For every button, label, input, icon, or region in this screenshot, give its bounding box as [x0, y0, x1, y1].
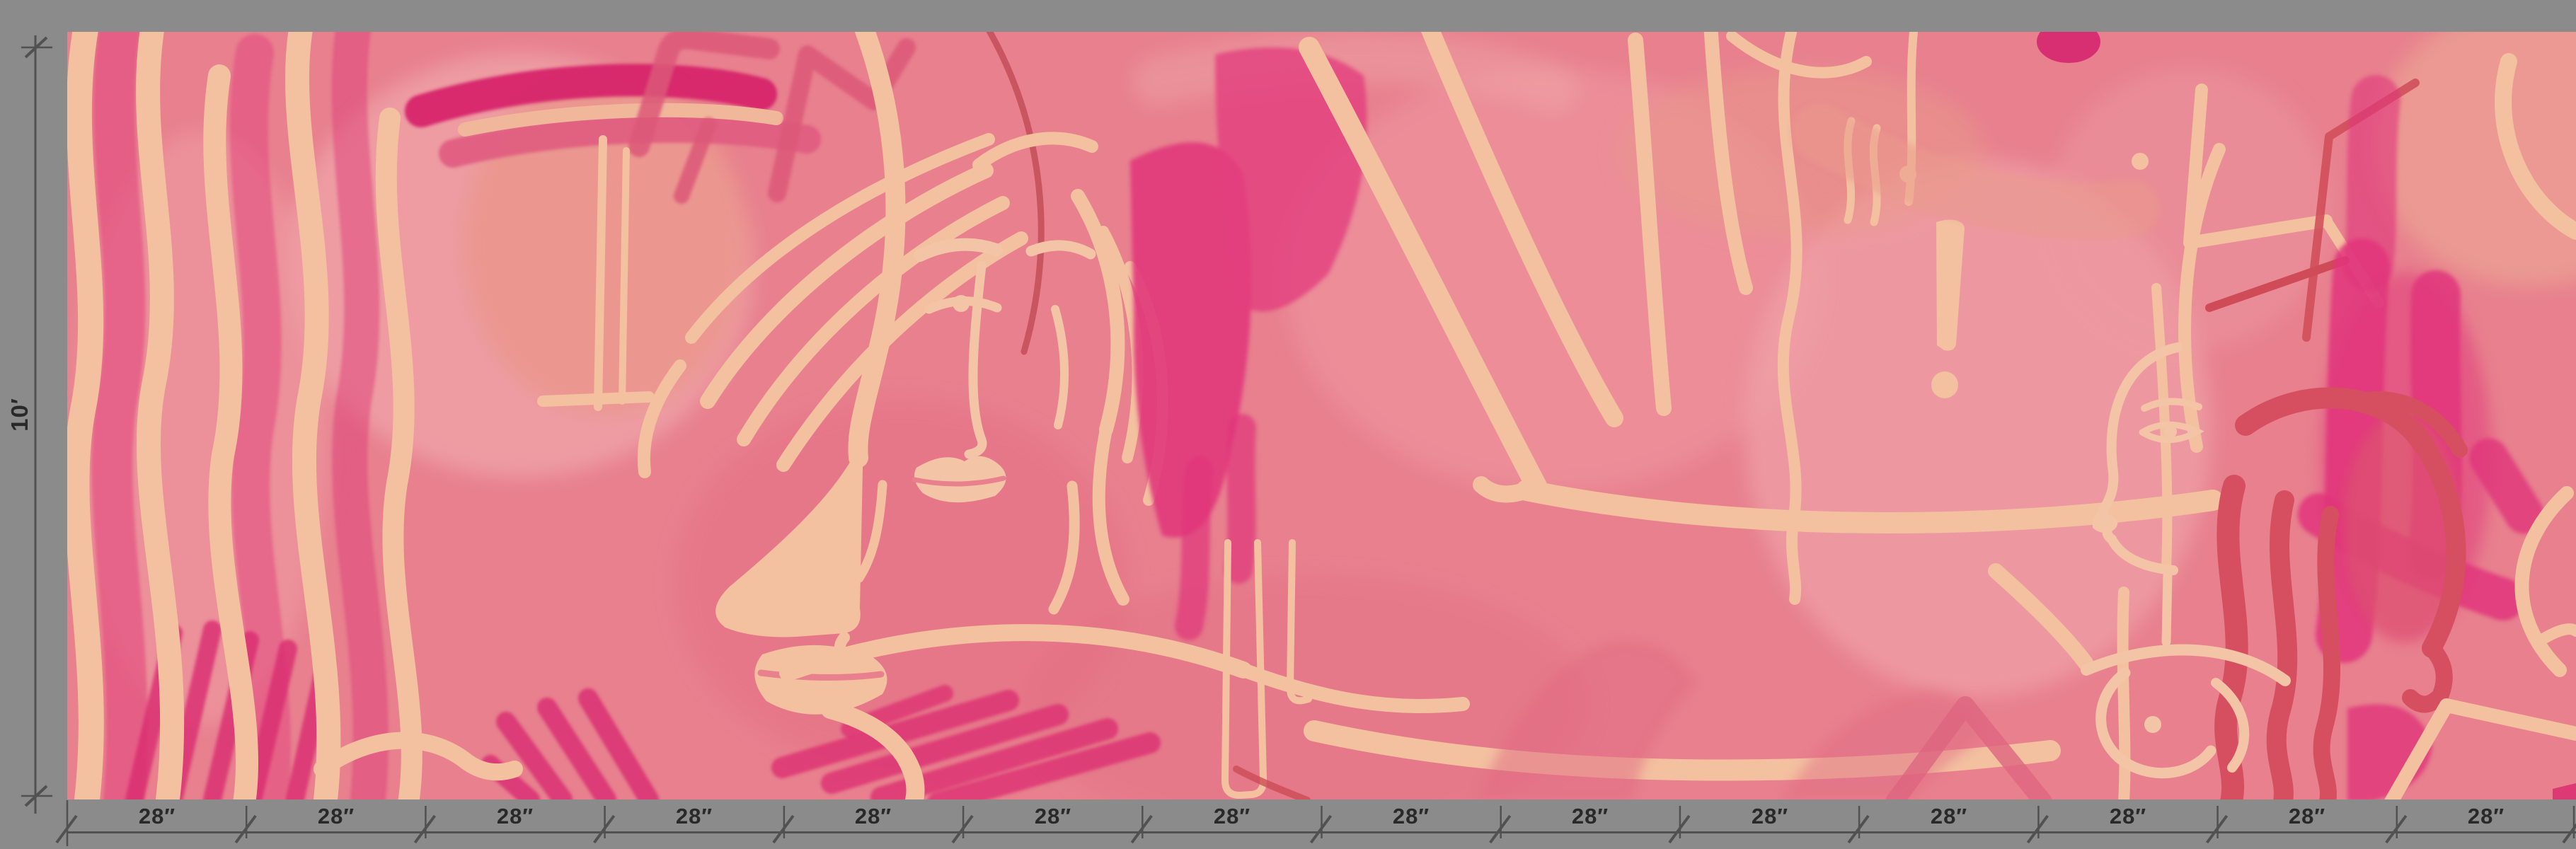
width-dimension-label: 28″	[1011, 802, 1096, 831]
width-dimension-label: 28″	[831, 802, 916, 831]
width-dimension-label: 28″	[652, 802, 737, 831]
width-dimension-label: 28″	[1548, 802, 1633, 831]
width-dimension-label: 28″	[1907, 802, 1991, 831]
width-dimension-label: 28″	[1727, 802, 1812, 831]
bottom-dimension-line	[57, 800, 2576, 846]
width-dimension-label: 28″	[2265, 802, 2350, 831]
width-dimension-label: 28″	[115, 802, 200, 831]
width-dimension-label: 28″	[473, 802, 558, 831]
width-dimension-label: 28″	[1190, 802, 1275, 831]
width-dimension-label: 28″	[1369, 802, 1454, 831]
width-dimension-label: 28″	[2086, 802, 2170, 831]
height-dimension-label: 10′	[6, 372, 34, 457]
width-dimension-label: 28″	[2444, 802, 2529, 831]
width-dimension-label: 28″	[294, 802, 379, 831]
wallpaper-preview: 10′ 28″ 28″ 28″ 28″ 28″ 28″ 28″ 28″ 28″ …	[0, 0, 2576, 849]
mural-artwork	[67, 32, 2576, 799]
